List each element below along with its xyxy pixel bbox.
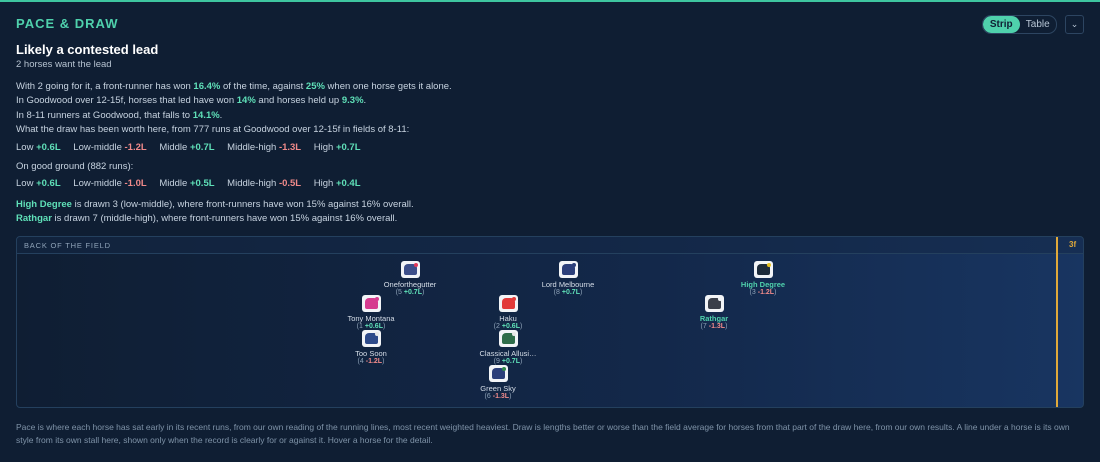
horse-token[interactable]: Rathgar (7 -1.3L) xyxy=(674,295,754,330)
jockey-silks-icon xyxy=(558,261,578,278)
jockey-silks-icon xyxy=(498,295,518,312)
draw-row-good: Low +0.6L Low-middle -1.0L Middle +0.5L … xyxy=(16,178,371,189)
headline-subtitle: 2 horses want the lead xyxy=(16,59,112,70)
draw-seg: Middle-high -0.5L xyxy=(227,178,302,189)
pace-strip: BACK OF THE FIELD 3f Oneforthegutter (5 +… xyxy=(16,236,1084,408)
accent-bar xyxy=(0,0,1100,2)
jockey-silks-icon xyxy=(361,295,381,312)
jockey-silks-icon xyxy=(361,330,381,347)
draw-seg: High +0.7L xyxy=(313,142,361,153)
jockey-silks-icon xyxy=(704,295,724,312)
draw-seg: High +0.4L xyxy=(313,178,361,189)
draw-seg: Low-middle -1.2L xyxy=(73,142,147,153)
horse-draw: (9 +0.7L) xyxy=(493,358,523,365)
horse-name: High Degree xyxy=(740,280,786,289)
table-view-button[interactable]: Table xyxy=(1020,16,1057,33)
draw-row-all: Low +0.6L Low-middle -1.2L Middle +0.7L … xyxy=(16,142,371,153)
horse-name: Rathgar xyxy=(699,314,729,323)
horse-name: Classical Allusi… xyxy=(479,349,537,358)
horse-token[interactable]: Classical Allusi… (9 +0.7L) xyxy=(468,330,548,365)
jockey-silks-icon xyxy=(498,330,518,347)
horse-name: Lord Melbourne xyxy=(541,280,595,289)
stat-line-course: In Goodwood over 12-15f, horses that led… xyxy=(16,95,367,106)
jockey-silks-icon xyxy=(753,261,773,278)
note-rathgar: Rathgar is drawn 7 (middle-high), where … xyxy=(16,213,398,224)
draw-seg: Low-middle -1.0L xyxy=(73,178,147,189)
draw-seg: Middle +0.7L xyxy=(159,142,215,153)
jockey-silks-icon xyxy=(488,365,508,382)
horse-name: Oneforthegutter xyxy=(383,280,437,289)
headline-title: Likely a contested lead xyxy=(16,42,159,57)
jockey-silks-icon xyxy=(400,261,420,278)
horse-name: Green Sky xyxy=(480,384,516,393)
horse-token[interactable]: Green Sky (6 -1.3L) xyxy=(458,365,538,400)
horse-token[interactable]: Oneforthegutter (5 +0.7L) xyxy=(370,261,450,296)
horse-draw: (1 +0.6L) xyxy=(356,323,386,330)
horse-token[interactable]: Tony Montana (1 +0.6L) xyxy=(331,295,411,330)
horse-name: Haku xyxy=(499,314,517,323)
back-of-field-label: BACK OF THE FIELD xyxy=(24,241,111,250)
collapse-button[interactable]: ⌄ xyxy=(1065,15,1084,34)
ground-label: On good ground (882 runs): xyxy=(16,161,134,172)
horse-token[interactable]: Lord Melbourne (8 +0.7L) xyxy=(528,261,608,296)
chevron-down-icon: ⌄ xyxy=(1070,19,1079,29)
stat-line-front-runner: With 2 going for it, a front-runner has … xyxy=(16,81,452,92)
note-high-degree: High Degree is drawn 3 (low-middle), whe… xyxy=(16,199,414,210)
horse-draw: (7 -1.3L) xyxy=(700,323,728,330)
horse-name: Tony Montana xyxy=(347,314,395,323)
footer-note: Pace is where each horse has sat early i… xyxy=(16,422,1070,445)
draw-seg: Middle-high -1.3L xyxy=(227,142,302,153)
horse-token[interactable]: Too Soon (4 -1.2L) xyxy=(331,330,411,365)
draw-seg: Low +0.6L xyxy=(16,178,61,189)
view-toggle[interactable]: Strip Table xyxy=(982,15,1057,34)
strip-header: BACK OF THE FIELD xyxy=(17,237,1083,254)
strip-view-button[interactable]: Strip xyxy=(983,16,1020,33)
horse-token[interactable]: Haku (2 +0.6L) xyxy=(468,295,548,330)
draw-seg: Middle +0.5L xyxy=(159,178,215,189)
horse-draw: (4 -1.2L) xyxy=(357,358,385,365)
stat-line-field-size: In 8-11 runners at Goodwood, that falls … xyxy=(16,110,223,121)
horse-token[interactable]: High Degree (3 -1.2L) xyxy=(723,261,803,296)
section-title: PACE & DRAW xyxy=(16,16,119,31)
horse-name: Too Soon xyxy=(355,349,387,358)
stat-line-draw-intro: What the draw has been worth here, from … xyxy=(16,124,410,135)
furlong-marker xyxy=(1056,237,1058,407)
draw-seg: Low +0.6L xyxy=(16,142,61,153)
horse-draw: (6 -1.3L) xyxy=(484,393,512,400)
horse-draw: (2 +0.6L) xyxy=(493,323,523,330)
furlong-marker-label: 3f xyxy=(1069,240,1077,249)
